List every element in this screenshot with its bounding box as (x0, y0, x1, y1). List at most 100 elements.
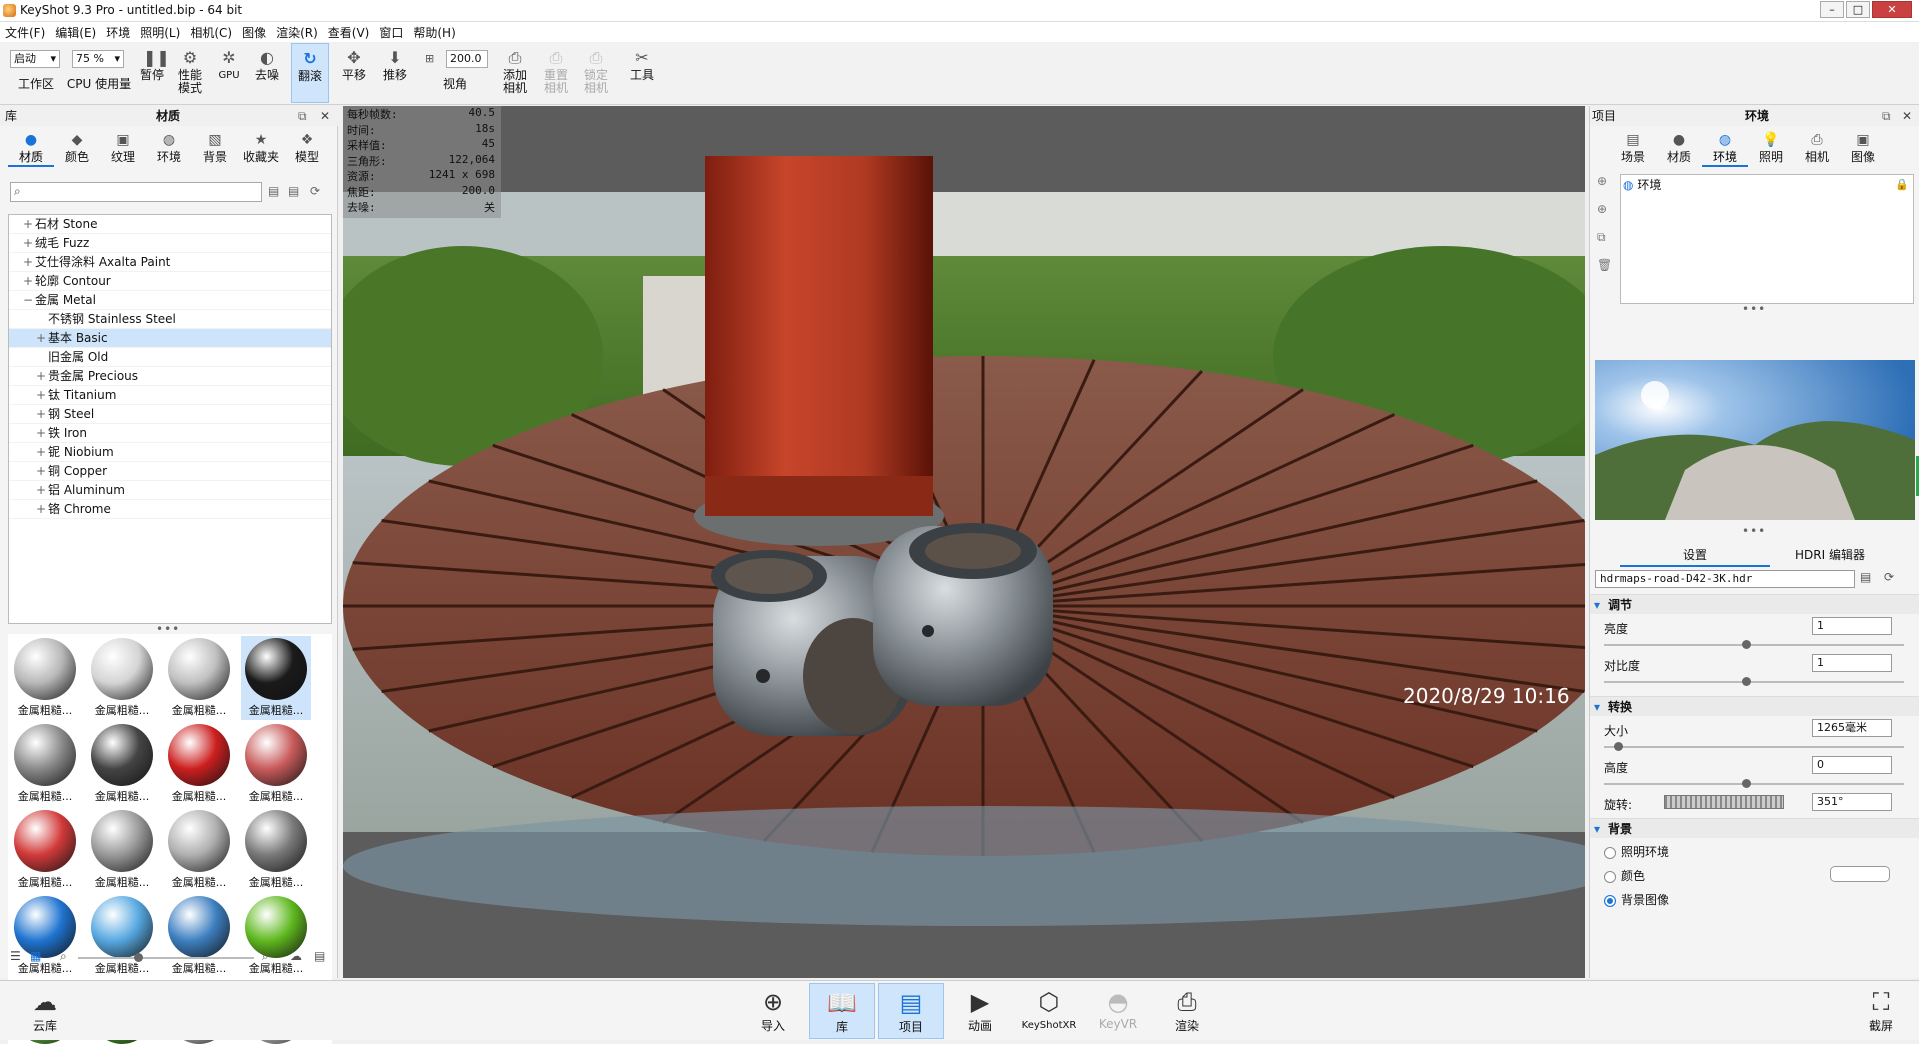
bottom-project-list-button[interactable]: ▤ 项目 (878, 983, 944, 1039)
menu-item[interactable]: 相机(C) (185, 22, 237, 43)
menu-item[interactable]: 编辑(E) (50, 22, 101, 43)
tree-item[interactable]: + 艾仕得涂料 Axalta Paint (9, 253, 331, 272)
grid-view-icon[interactable]: ▦ (30, 949, 41, 963)
material-thumbnail[interactable]: 金属粗糙... (241, 636, 311, 720)
brightness-slider[interactable] (1604, 644, 1904, 646)
lock-camera-button[interactable]: ⎙ 锁定 相机 (578, 43, 614, 103)
expand-icon[interactable]: + (36, 386, 48, 405)
folder-open-icon[interactable]: ▤ (268, 184, 279, 198)
height-knob[interactable] (1742, 779, 1751, 788)
dolly-button[interactable]: ⬇ 推移 (377, 43, 413, 103)
project-tab[interactable]: 💡 照明 (1748, 130, 1794, 167)
bottom-keyvr-headset-button[interactable]: ◓ KeyVR (1085, 983, 1151, 1039)
material-thumbnail[interactable]: 金属粗糙... (10, 636, 80, 720)
adjust-section-header[interactable]: ▾ 调节 (1590, 594, 1919, 614)
library-tab[interactable]: ❖ 模型 (284, 130, 330, 167)
hdr-file-field[interactable]: hdrmaps-road-D42-3K.hdr (1595, 570, 1855, 588)
tree-item[interactable]: − 金属 Metal (9, 291, 331, 310)
add-camera-button[interactable]: ⎙ 添加 相机 (497, 43, 533, 103)
material-thumbnail[interactable]: 金属粗糙... (164, 808, 234, 892)
folder-open-icon[interactable]: ▤ (1860, 570, 1871, 584)
menu-item[interactable]: 渲染(R) (271, 22, 323, 43)
material-thumbnail[interactable]: 金属粗糙... (164, 894, 234, 978)
tree-item[interactable]: + 轮廓 Contour (9, 272, 331, 291)
render-viewport[interactable]: 2020/8/29 10:16 (343, 106, 1585, 978)
maximize-button[interactable]: □ (1846, 1, 1870, 18)
contrast-knob[interactable] (1742, 677, 1751, 686)
zoom-in-icon[interactable]: ⌕ (262, 949, 269, 964)
bottom-import-button[interactable]: ⊕ 导入 (740, 983, 806, 1039)
thumbnail-size-slider[interactable] (78, 957, 254, 959)
material-thumbnail[interactable]: 金属粗糙... (10, 722, 80, 806)
refresh-icon[interactable]: ⟳ (1884, 570, 1894, 584)
menu-item[interactable]: 环境 (101, 22, 135, 43)
cloud-library-button[interactable]: ☁ 云库 (12, 983, 78, 1039)
menu-item[interactable]: 图像 (237, 22, 271, 43)
height-slider[interactable] (1604, 783, 1904, 785)
refresh-icon[interactable]: ⟳ (310, 184, 320, 198)
environment-list-item[interactable]: ◍ 环境 (1623, 177, 1661, 193)
duplicate-environment-icon[interactable]: ⊕ (1597, 202, 1607, 216)
delete-icon[interactable]: 🗑 (1597, 258, 1612, 272)
expand-icon[interactable]: + (36, 462, 48, 481)
tree-item[interactable]: + 石材 Stone (9, 215, 331, 234)
project-tab[interactable]: ● 材质 (1656, 130, 1702, 167)
float-panel-icon[interactable]: ⧉ (298, 106, 307, 126)
library-tab[interactable]: ◍ 环境 (146, 130, 192, 167)
tree-item[interactable]: + 基本 Basic (9, 329, 331, 348)
tree-item[interactable]: + 钛 Titanium (9, 386, 331, 405)
library-tab[interactable]: ★ 收藏夹 (238, 130, 284, 167)
brightness-knob[interactable] (1742, 640, 1751, 649)
tree-item[interactable]: + 钢 Steel (9, 405, 331, 424)
bottom-render-button[interactable]: ⎙ 渲染 (1154, 983, 1220, 1039)
bottom-animation-play-button[interactable]: ▶ 动画 (947, 983, 1013, 1039)
tree-item[interactable]: + 铜 Copper (9, 462, 331, 481)
expand-icon[interactable]: + (36, 367, 48, 386)
material-thumbnail[interactable]: 金属粗糙... (241, 894, 311, 978)
tree-item[interactable]: + 铬 Chrome (9, 500, 331, 519)
library-tab[interactable]: ▧ 背景 (192, 130, 238, 167)
size-input[interactable]: 1265毫米 (1812, 719, 1892, 737)
brightness-input[interactable]: 1 (1812, 617, 1892, 635)
material-thumbnail[interactable]: 金属粗糙... (164, 722, 234, 806)
expand-icon[interactable]: + (36, 424, 48, 443)
height-input[interactable]: 0 (1812, 756, 1892, 774)
tree-item[interactable]: + 绒毛 Fuzz (9, 234, 331, 253)
denoise-button[interactable]: ◐ 去噪 (250, 43, 284, 103)
expand-icon[interactable]: + (23, 234, 35, 253)
pause-button[interactable]: ❚❚ 暂停 (136, 43, 170, 103)
material-thumbnail[interactable]: 金属粗糙... (87, 894, 157, 978)
pan-button[interactable]: ✥ 平移 (336, 43, 372, 103)
library-search-input[interactable]: ⌕ (10, 182, 262, 202)
background-color-swatch[interactable] (1830, 866, 1890, 882)
folder-add-icon[interactable]: ▤ (288, 184, 299, 198)
expand-icon[interactable]: + (23, 253, 35, 272)
menu-item[interactable]: 查看(V) (323, 22, 375, 43)
tree-item[interactable]: + 铌 Niobium (9, 443, 331, 462)
transform-section-header[interactable]: ▾ 转换 (1590, 696, 1919, 716)
zoom-out-icon[interactable]: ⌕ (60, 949, 67, 964)
folder-icon[interactable]: ▤ (314, 949, 325, 963)
reset-camera-button[interactable]: ⎙ 重置 相机 (538, 43, 574, 103)
bottom-keyshotxr-cube-button[interactable]: ⬡ KeyShotXR (1016, 983, 1082, 1039)
expand-icon[interactable]: + (36, 405, 48, 424)
tab-hdri-editor[interactable]: HDRI 编辑器 (1770, 546, 1890, 565)
menu-item[interactable]: 文件(F) (0, 22, 50, 43)
gpu-button[interactable]: ✲ GPU (212, 43, 246, 103)
material-thumbnail[interactable]: 金属粗糙... (87, 808, 157, 892)
tumble-button[interactable]: ↻ 翻滚 (291, 43, 329, 103)
add-environment-icon[interactable]: ⊕ (1597, 174, 1607, 188)
material-thumbnail[interactable]: 金属粗糙... (10, 894, 80, 978)
library-tab[interactable]: ◆ 颜色 (54, 130, 100, 167)
performance-mode-button[interactable]: ⚙ 性能 模式 (172, 43, 208, 103)
size-knob[interactable] (1614, 742, 1623, 751)
project-tab[interactable]: ▤ 场景 (1610, 130, 1656, 167)
splitter-handle[interactable]: ••• (1742, 302, 1766, 316)
splitter-handle[interactable]: ••• (1742, 524, 1766, 538)
close-panel-icon[interactable]: ✕ (1902, 106, 1912, 126)
tree-item[interactable]: + 贵金属 Precious (9, 367, 331, 386)
tools-button[interactable]: ✂ 工具 (624, 43, 660, 103)
menu-item[interactable]: 窗口 (374, 22, 408, 43)
tree-item[interactable]: + 铁 Iron (9, 424, 331, 443)
tree-item[interactable]: 旧金属 Old (9, 348, 331, 367)
